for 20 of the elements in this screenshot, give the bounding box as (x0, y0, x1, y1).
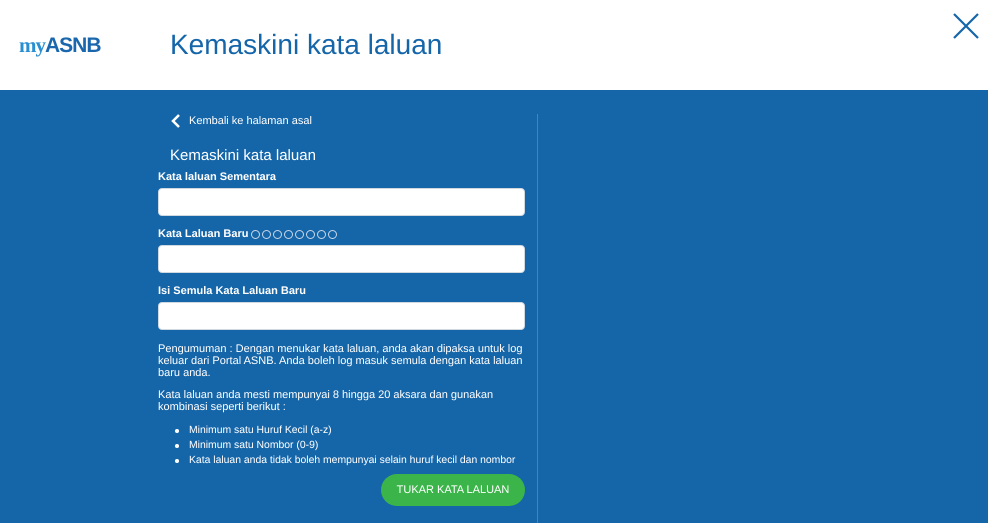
chevron-left-icon (171, 114, 181, 128)
page-title: Kemaskini kata laluan (170, 29, 442, 61)
password-field[interactable] (158, 302, 525, 330)
field-label: Kata Laluan Baru (158, 228, 248, 240)
close-icon[interactable] (952, 12, 980, 40)
back-link[interactable]: Kembali ke halaman asal (171, 114, 312, 128)
rule-item: Minimum satu Nombor (0-9) (189, 439, 318, 453)
password-field[interactable] (158, 188, 525, 216)
form-title: Kemaskini kata laluan (170, 147, 317, 164)
rules-intro: Kata laluan anda mesti mempunyai 8 hingga 20 aksara dan gunakan kombinasi seperti berikut : (158, 389, 494, 413)
field-label: Kata laluan Sementara (158, 171, 276, 183)
field-label: Isi Semula Kata Laluan Baru (158, 285, 306, 297)
password-field[interactable] (158, 245, 525, 273)
logo: myASNB (19, 32, 102, 58)
rule-item: Minimum satu Huruf Kecil (a-z) (189, 424, 332, 438)
rule-item: Kata laluan anda tidak boleh mempunyai selain huruf kecil dan nombor (189, 454, 516, 468)
notice-text: Pengumuman : Dengan menukar kata laluan, anda akan dipaksa untuk log keluar dari Portal ASNB. Anda boleh log masuk semula dengan kata laluan baru anda. (158, 343, 524, 379)
bullet-icon (175, 444, 179, 448)
bullet-icon (175, 428, 179, 432)
bullet-icon (175, 458, 179, 462)
